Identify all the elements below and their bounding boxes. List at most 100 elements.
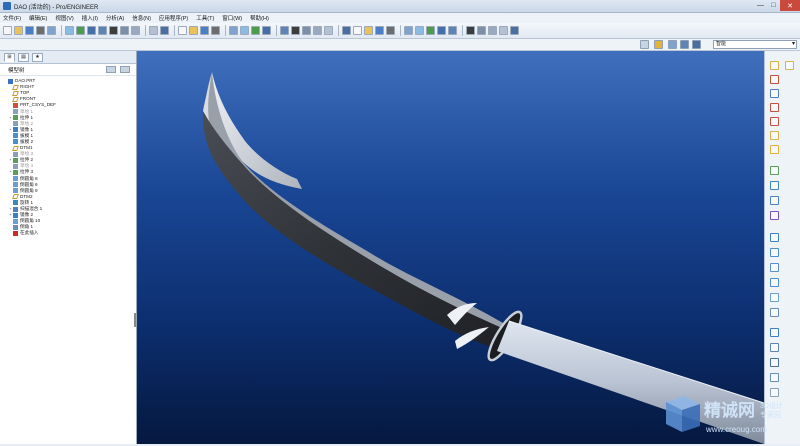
print-icon[interactable] xyxy=(36,26,45,35)
layers-icon[interactable] xyxy=(415,26,424,35)
folder-browser-tab-icon[interactable]: ▤ xyxy=(18,52,29,62)
wire-icon[interactable] xyxy=(477,26,486,35)
query-icon[interactable] xyxy=(668,40,677,49)
datum-curve-icon[interactable] xyxy=(770,89,779,98)
round-icon[interactable] xyxy=(770,293,779,302)
shell-icon[interactable] xyxy=(770,248,779,257)
panel-splitter[interactable] xyxy=(134,313,136,327)
merge-icon[interactable] xyxy=(770,343,779,352)
menu-applications[interactable]: 应用程序(P) xyxy=(159,14,188,22)
window-title: DAO (活动的) - Pro/ENGINEER xyxy=(14,4,99,11)
redo-icon[interactable] xyxy=(189,26,198,35)
menu-tools[interactable]: 工具(T) xyxy=(196,14,214,22)
copy-icon[interactable] xyxy=(211,26,220,35)
csys-icon[interactable] xyxy=(342,26,351,35)
view-manager-icon[interactable] xyxy=(426,26,435,35)
open-icon[interactable] xyxy=(14,26,23,35)
hidden-line-icon[interactable] xyxy=(488,26,497,35)
close-button[interactable]: ✕ xyxy=(780,0,800,11)
select-box-icon[interactable] xyxy=(280,26,289,35)
app-icon xyxy=(3,2,11,10)
model-tree-tab-icon[interactable]: ⊞ xyxy=(4,52,15,62)
help-context-icon[interactable] xyxy=(510,26,519,35)
select-pick-icon[interactable] xyxy=(680,40,689,49)
tree-item-label: FRONT xyxy=(20,96,36,102)
tree-item-label: 在此插入 xyxy=(20,230,39,236)
tree-item-label: 拉伸 1 xyxy=(20,114,34,120)
datum-planes-icon[interactable] xyxy=(302,26,311,35)
zoom-in-icon[interactable] xyxy=(364,26,373,35)
regenerate-icon[interactable] xyxy=(76,26,85,35)
copy-snapshot-icon[interactable] xyxy=(65,26,74,35)
new-icon[interactable] xyxy=(3,26,12,35)
rib-icon[interactable] xyxy=(770,263,779,272)
datum-display-icon[interactable] xyxy=(692,40,701,49)
blend-icon[interactable] xyxy=(770,211,779,220)
tree-settings-icon[interactable] xyxy=(106,66,116,73)
annotations-icon[interactable] xyxy=(448,26,457,35)
minimize-button[interactable]: — xyxy=(754,0,767,11)
dimension-icon[interactable] xyxy=(654,40,663,49)
refit-icon[interactable] xyxy=(353,26,362,35)
select-icon[interactable] xyxy=(98,26,107,35)
revolve-icon[interactable] xyxy=(770,181,779,190)
undo-icon[interactable] xyxy=(178,26,187,35)
menu-view[interactable]: 视图(V) xyxy=(55,14,73,22)
model-display-icon[interactable] xyxy=(109,26,118,35)
datum-point-icon[interactable] xyxy=(770,103,779,112)
hole-icon[interactable] xyxy=(770,233,779,242)
menu-edit[interactable]: 编辑(E) xyxy=(29,14,47,22)
pattern-icon[interactable] xyxy=(770,373,779,382)
regen-icon[interactable] xyxy=(251,26,260,35)
email-icon[interactable] xyxy=(47,26,56,35)
datum-points-icon[interactable] xyxy=(324,26,333,35)
trim-icon[interactable] xyxy=(770,358,779,367)
datum-axis-icon[interactable] xyxy=(770,75,779,84)
menu-file[interactable]: 文件(F) xyxy=(3,14,21,22)
analysis-icon[interactable] xyxy=(770,131,779,140)
datum-plane-icon xyxy=(12,194,19,200)
tree-item-label: 倒圆角 6 xyxy=(20,181,38,187)
maximize-button[interactable]: □ xyxy=(767,0,780,11)
find-icon[interactable] xyxy=(87,26,96,35)
menu-help[interactable]: 帮助(H) xyxy=(250,14,269,22)
menu-insert[interactable]: 插入(I) xyxy=(82,14,98,22)
sketch-tool-icon[interactable] xyxy=(770,145,779,154)
sketch-datum-icon[interactable] xyxy=(640,40,649,49)
extrude-icon[interactable] xyxy=(770,166,779,175)
selection-filter-select[interactable]: 智能 xyxy=(713,40,797,49)
menu-window[interactable]: 窗口(W) xyxy=(222,14,242,22)
shade-icon[interactable] xyxy=(466,26,475,35)
csys-icon[interactable] xyxy=(770,117,779,126)
chamfer-icon[interactable] xyxy=(770,308,779,317)
watermark-brand: 精诚网 xyxy=(704,400,755,420)
wireframe-icon[interactable] xyxy=(120,26,129,35)
zoom-out-icon[interactable] xyxy=(375,26,384,35)
paste-icon[interactable] xyxy=(229,26,238,35)
find-feature-icon[interactable] xyxy=(262,26,271,35)
save-icon[interactable] xyxy=(25,26,34,35)
datum-axes-icon[interactable] xyxy=(313,26,322,35)
draft-icon[interactable] xyxy=(770,278,779,287)
shaded-icon[interactable] xyxy=(160,26,169,35)
datum-plane-alt-icon[interactable] xyxy=(785,61,794,70)
no-hidden-line-icon[interactable] xyxy=(499,26,508,35)
mirror-icon[interactable] xyxy=(770,328,779,337)
render-icon[interactable] xyxy=(291,26,300,35)
tree-item[interactable]: 在此插入 xyxy=(0,230,136,236)
menu-analysis[interactable]: 分析(A) xyxy=(106,14,124,22)
sweep-icon[interactable] xyxy=(770,196,779,205)
tree-show-icon[interactable] xyxy=(120,66,130,73)
hidden-icon[interactable] xyxy=(131,26,140,35)
cut-icon[interactable] xyxy=(200,26,209,35)
spin-center-icon[interactable] xyxy=(437,26,446,35)
orient-icon[interactable] xyxy=(386,26,395,35)
named-views-icon[interactable] xyxy=(404,26,413,35)
model-sword-render xyxy=(202,72,764,444)
paste-special-icon[interactable] xyxy=(240,26,249,35)
datum-plane-icon[interactable] xyxy=(770,61,779,70)
graphics-viewport[interactable] xyxy=(137,51,764,444)
no-hidden-icon[interactable] xyxy=(149,26,158,35)
menu-info[interactable]: 信息(N) xyxy=(132,14,151,22)
favorites-tab-icon[interactable]: ★ xyxy=(32,52,43,62)
